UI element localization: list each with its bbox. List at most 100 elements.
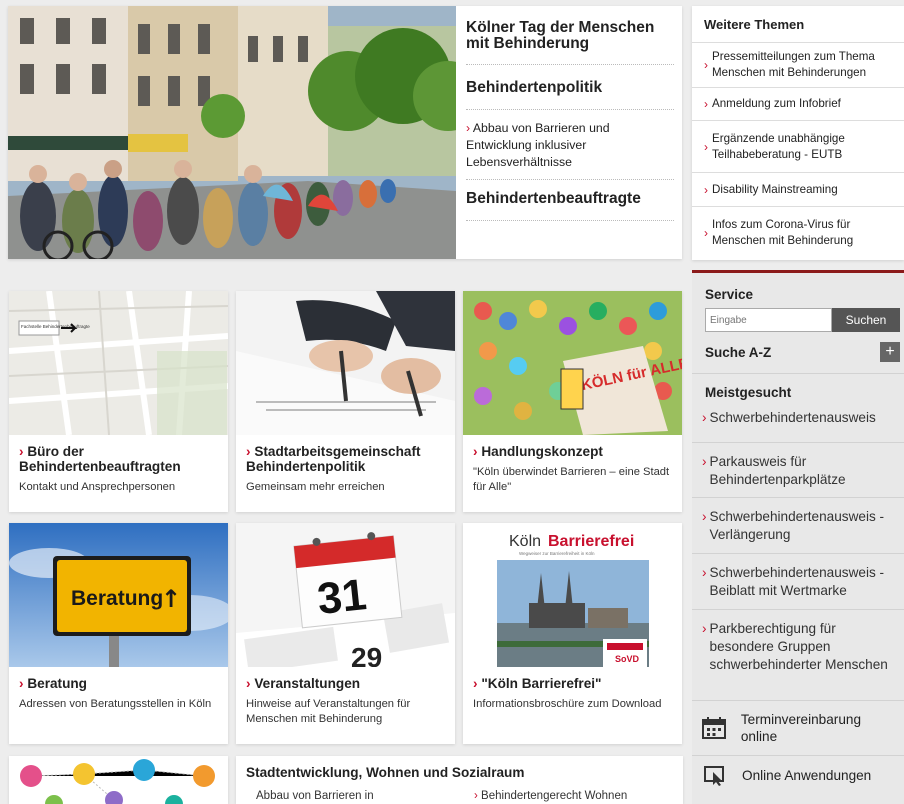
- tile-image-calendar: 29 31: [236, 523, 455, 667]
- tile-title: › Beratung: [9, 667, 228, 691]
- weitere-item-label: Infos zum Corona-Virus für Menschen mit …: [712, 218, 854, 247]
- chevron-right-icon: ›: [466, 121, 471, 135]
- chevron-right-icon: ›: [704, 139, 708, 154]
- hero-link-barrieren[interactable]: › Abbau von Barrieren und Entwicklung in…: [466, 110, 674, 180]
- tile-description: Informationsbroschüre zum Download: [473, 698, 662, 710]
- tile-description: Kontakt und Ansprechpersonen: [19, 481, 176, 493]
- hero-title[interactable]: Kölner Tag der Menschen mit Behinderung: [466, 20, 674, 65]
- chevron-right-icon: ›: [702, 509, 707, 524]
- tile-title-label: Beratung: [27, 676, 87, 691]
- chevron-right-icon: ›: [19, 676, 24, 691]
- chevron-right-icon: ›: [473, 676, 478, 691]
- chevron-right-icon: ›: [704, 97, 708, 111]
- map-label: Fachstelle Behindertenbeauftragte: [21, 324, 90, 329]
- sovd-logo: SoVD: [615, 654, 640, 664]
- search-form: Suchen: [692, 308, 904, 332]
- meist-item-label: Schwerbehindertenausweis - Verlängerung: [709, 509, 885, 542]
- cursor-window-icon: [702, 765, 728, 786]
- chevron-right-icon: ›: [246, 444, 251, 459]
- meist-item-label: Schwerbehindertenausweis: [709, 410, 876, 425]
- meist-item[interactable]: › Schwerbehindertenausweis - Beiblatt mit…: [692, 554, 904, 610]
- weitere-item-eutb[interactable]: › Ergänzende unabhängige Teilhabeberatung…: [692, 121, 904, 173]
- tile-description: "Köln überwindet Barrieren – eine Stadt …: [473, 466, 670, 493]
- calendar-icon: [702, 717, 727, 739]
- tile-stadtentwicklung[interactable]: Stadtentwicklung, Wohnen und Sozialraum …: [236, 756, 683, 804]
- tile-veranstaltungen[interactable]: 29 31 › Veranstaltungen Hinweise auf Ver…: [236, 523, 455, 744]
- link-wohnen-label: Behindertengerecht Wohnen: [481, 790, 628, 802]
- hero-link-label: Abbau von Barrieren und Entwicklung inkl…: [466, 121, 610, 169]
- tile-title-label: "Köln Barrierefrei": [481, 676, 602, 691]
- arrow-up-icon: ↑: [161, 585, 181, 613]
- chevron-right-icon: ›: [702, 621, 707, 636]
- meist-item-label: Parkausweis für Behindertenparkplätze: [709, 454, 846, 487]
- service-title: Service: [705, 287, 754, 302]
- plus-icon[interactable]: +: [880, 342, 900, 362]
- tile-stadtarbeitsgemeinschaft[interactable]: › Stadtarbeitsgemeinschaft Behindertenpo…: [236, 291, 455, 512]
- cover-title-a: Köln: [509, 533, 541, 550]
- tile-description: Adressen von Beratungsstellen in Köln: [19, 698, 212, 710]
- chevron-right-icon: ›: [704, 58, 708, 72]
- weitere-item-corona[interactable]: › Infos zum Corona-Virus für Menschen mit…: [692, 207, 904, 259]
- hero-image-parade[interactable]: [8, 6, 456, 259]
- tile-description: Gemeinsam mehr erreichen: [246, 481, 385, 493]
- meistgesucht-title: Meistgesucht: [705, 385, 792, 400]
- weitere-item-disability[interactable]: › Disability Mainstreaming: [692, 173, 904, 207]
- suche-az-row[interactable]: Suche A-Z +: [692, 332, 904, 374]
- tile-image-brochure: Köln Barrierefrei Wegweiser zur Barriere…: [463, 523, 682, 667]
- chevron-right-icon: ›: [19, 444, 24, 459]
- calendar-day: 31: [315, 570, 369, 624]
- tile-title: › Büro der Behindertenbeauftragten: [9, 435, 228, 474]
- tile-handlungskonzept[interactable]: KÖLN für ALLE STADT › Handlungskonzept "…: [463, 291, 682, 512]
- tile-image-signing: [236, 291, 455, 435]
- tile-description: Hinweise auf Veranstaltungen für Mensche…: [246, 698, 411, 725]
- online-anwendungen-label: Online Anwendungen: [742, 768, 872, 783]
- meist-item[interactable]: › Schwerbehindertenausweis: [692, 407, 904, 443]
- weitere-themen-box: Weitere Themen › Pressemitteilungen zum T…: [692, 6, 904, 260]
- hero-text-column: Kölner Tag der Menschen mit Behinderung …: [464, 6, 682, 221]
- weitere-item-label: Pressemitteilungen zum Thema Menschen mi…: [712, 50, 875, 79]
- link-barrieren[interactable]: Abbau von Barrieren in: [256, 790, 474, 802]
- termin-label: Terminvereinbarung online: [740, 712, 861, 744]
- hero-section-behindertenpolitik[interactable]: Behindertenpolitik: [466, 65, 674, 110]
- tile-beratung[interactable]: Beratung ↑ › Beratung Adressen von Berat…: [9, 523, 228, 744]
- hero-section-beauftragte[interactable]: Behindertenbeauftragte: [466, 180, 674, 221]
- tile-title: › "Köln Barrierefrei": [463, 667, 682, 691]
- tile-image-map: Fachstelle Behindertenbeauftragte: [9, 291, 228, 435]
- weitere-themen-heading: Weitere Themen: [692, 6, 904, 43]
- calendar-next-day: 29: [351, 642, 382, 667]
- tile-title: › Handlungskonzept: [463, 435, 682, 459]
- service-panel: Service Suchen Suche A-Z + Meistgesucht …: [692, 270, 904, 804]
- online-anwendungen-link[interactable]: Online Anwendungen: [692, 755, 904, 795]
- tile-buero[interactable]: Fachstelle Behindertenbeauftragte › Büro…: [9, 291, 228, 512]
- meist-item-label: Schwerbehindertenausweis - Beiblatt mit …: [709, 565, 885, 598]
- chevron-right-icon: ›: [473, 444, 478, 459]
- chevron-right-icon: ›: [702, 454, 707, 469]
- tile-title-label: Stadtarbeitsgemeinschaft Behindertenpoli…: [246, 444, 421, 474]
- weitere-item-presse[interactable]: › Pressemitteilungen zum Thema Menschen m…: [692, 43, 904, 88]
- weitere-item-infobrief[interactable]: › Anmeldung zum Infobrief: [692, 88, 904, 121]
- tile-image-sign: Beratung ↑: [9, 523, 228, 667]
- suche-az-label: Suche A-Z: [705, 344, 772, 360]
- chevron-right-icon: ›: [702, 410, 707, 425]
- meist-item[interactable]: › Parkausweis für Behindertenparkplätze: [692, 443, 904, 498]
- tile-image-cartoon: KÖLN für ALLE STADT: [463, 291, 682, 435]
- search-button[interactable]: Suchen: [832, 308, 900, 332]
- chevron-right-icon: ›: [704, 226, 708, 240]
- tile-link-list: Abbau von Barrieren in › Behindertengere…: [236, 780, 683, 802]
- hero-teaser: Kölner Tag der Menschen mit Behinderung …: [8, 6, 682, 259]
- meist-item[interactable]: › Schwerbehindertenausweis - Verlängerung: [692, 498, 904, 554]
- sign-text: Beratung: [71, 587, 163, 610]
- chevron-right-icon: ›: [246, 676, 251, 691]
- termin-link[interactable]: Terminvereinbarung online: [692, 700, 904, 755]
- weitere-item-label: Anmeldung zum Infobrief: [712, 97, 841, 110]
- tile-title: Stadtentwicklung, Wohnen und Sozialraum: [246, 765, 525, 780]
- page: Kölner Tag der Menschen mit Behinderung …: [0, 0, 904, 804]
- cover-title-b: Barrierefrei: [548, 533, 634, 550]
- search-input[interactable]: [705, 308, 832, 332]
- meist-item[interactable]: › Parkberechtigung für besondere Gruppen …: [692, 610, 904, 700]
- tile-koeln-barrierefrei[interactable]: Köln Barrierefrei Wegweiser zur Barriere…: [463, 523, 682, 744]
- tile-title: › Stadtarbeitsgemeinschaft Behindertenpo…: [236, 435, 455, 474]
- tile-network[interactable]: [9, 756, 228, 804]
- network-icons-image: [9, 756, 228, 804]
- link-wohnen[interactable]: › Behindertengerecht Wohnen: [474, 790, 627, 802]
